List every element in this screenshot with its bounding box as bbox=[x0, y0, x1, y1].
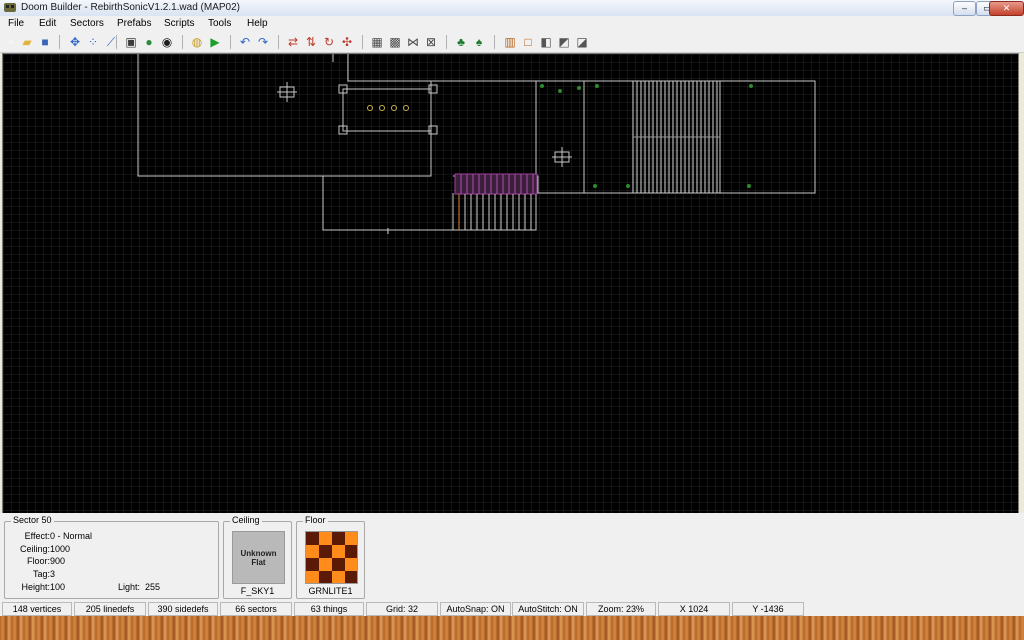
height-value: 100 bbox=[50, 582, 66, 592]
status-zoom: Zoom: 23% bbox=[586, 602, 656, 616]
map-grid bbox=[3, 54, 1018, 513]
build-nodes-icon[interactable]: ◍ bbox=[190, 35, 204, 49]
ceiling-title: Ceiling bbox=[230, 515, 262, 525]
minimize-button[interactable]: – bbox=[953, 1, 976, 16]
status-vertices: 148 vertices bbox=[2, 602, 72, 616]
effect-label: Effect: bbox=[24, 531, 50, 541]
tag-label: Tag: bbox=[32, 569, 50, 579]
doom-builder-icon bbox=[4, 3, 16, 12]
flip-vertical-icon[interactable]: ⇅ bbox=[304, 35, 318, 49]
ceiling-value: 1000 bbox=[50, 544, 71, 554]
view-lines-icon[interactable]: ▥ bbox=[503, 35, 517, 49]
menu-bar: File Edit Sectors Prefabs Scripts Tools … bbox=[0, 16, 1024, 32]
status-y: Y -1436 bbox=[732, 602, 804, 616]
merge-icon[interactable]: ⊠ bbox=[424, 35, 438, 49]
view-ceilings-icon[interactable]: ◪ bbox=[575, 35, 589, 49]
floor-value: 900 bbox=[50, 556, 66, 566]
tag-value: 3 bbox=[50, 569, 56, 579]
map-view[interactable] bbox=[2, 53, 1019, 514]
test-map-icon[interactable]: ▶ bbox=[208, 35, 222, 49]
toolbar: ▫ ▰ ■ ✥ ⁘ ⟋ ▣ ● ◉ ◍ ▶ ↶ ↷ ⇄ ⇅ ↻ ✣ ▦ ▩ ⋈ ⊠ ♣ ♠ ▥ □ ◧ ◩ ◪ bbox=[0, 32, 1024, 53]
prefab-insert-icon[interactable]: ♠ bbox=[472, 35, 486, 49]
light-value: 255 bbox=[145, 582, 161, 592]
things-mode-icon[interactable]: ● bbox=[142, 35, 156, 49]
floor-box: Floor GRNLITE1 bbox=[296, 515, 365, 599]
sector-info-box: Sector 50 Effect: 0 - Normal Ceiling: 10… bbox=[4, 515, 219, 599]
menu-help[interactable]: Help bbox=[247, 18, 268, 29]
prefab-tree-icon[interactable]: ♣ bbox=[454, 35, 468, 49]
toolbar-separator bbox=[446, 35, 447, 49]
status-sectors: 66 sectors bbox=[220, 602, 292, 616]
light-label: Light: bbox=[118, 582, 141, 592]
grid-icon[interactable]: ▦ bbox=[370, 35, 384, 49]
map-canvas[interactable] bbox=[3, 54, 1018, 513]
save-icon[interactable]: ■ bbox=[38, 35, 52, 49]
3d-mode-icon[interactable]: ◉ bbox=[160, 35, 174, 49]
snap-grid-icon[interactable]: ▩ bbox=[388, 35, 402, 49]
status-x: X 1024 bbox=[658, 602, 730, 616]
ceiling-flat-preview[interactable]: Unknown Flat bbox=[232, 531, 285, 584]
toolbar-separator bbox=[230, 35, 231, 49]
menu-file[interactable]: File bbox=[8, 18, 24, 29]
floor-title: Floor bbox=[303, 515, 328, 525]
info-panel: Sector 50 Effect: 0 - Normal Ceiling: 10… bbox=[0, 513, 1024, 601]
ceiling-box: Ceiling Unknown Flat F_SKY1 bbox=[223, 515, 292, 599]
toolbar-separator bbox=[59, 35, 60, 49]
stitch-icon[interactable]: ⋈ bbox=[406, 35, 420, 49]
status-linedefs: 205 linedefs bbox=[74, 602, 146, 616]
menu-prefabs[interactable]: Prefabs bbox=[117, 18, 151, 29]
ceiling-flat-name: F_SKY1 bbox=[240, 586, 275, 596]
redo-icon[interactable]: ↷ bbox=[256, 35, 270, 49]
resize-icon[interactable]: ✣ bbox=[340, 35, 354, 49]
floor-label: Floor: bbox=[26, 556, 50, 566]
status-bar: 148 vertices 205 linedefs 390 sidedefs 6… bbox=[0, 600, 1024, 616]
toolbar-separator bbox=[278, 35, 279, 49]
menu-sectors[interactable]: Sectors bbox=[70, 18, 104, 29]
ceiling-label: Ceiling: bbox=[19, 544, 50, 554]
floor-flat-name: GRNLITE1 bbox=[308, 586, 353, 596]
window-title: Doom Builder - RebirthSonicV1.2.1.wad (M… bbox=[21, 2, 240, 13]
rotate-icon[interactable]: ↻ bbox=[322, 35, 336, 49]
view-normal-icon[interactable]: □ bbox=[521, 35, 535, 49]
status-sidedefs: 390 sidedefs bbox=[148, 602, 218, 616]
height-label: Height: bbox=[21, 582, 50, 592]
menu-tools[interactable]: Tools bbox=[208, 18, 231, 29]
menu-edit[interactable]: Edit bbox=[39, 18, 56, 29]
new-file-icon[interactable]: ▫ bbox=[4, 35, 18, 49]
view-floors-icon[interactable]: ◩ bbox=[557, 35, 571, 49]
toolbar-separator bbox=[182, 35, 183, 49]
floor-flat-preview[interactable] bbox=[305, 531, 358, 584]
undo-icon[interactable]: ↶ bbox=[238, 35, 252, 49]
flip-horizontal-icon[interactable]: ⇄ bbox=[286, 35, 300, 49]
status-grid: Grid: 32 bbox=[366, 602, 438, 616]
desktop-wallpaper bbox=[0, 616, 1024, 640]
effect-value: 0 - Normal bbox=[50, 531, 93, 541]
sectors-mode-icon[interactable]: ▣ bbox=[124, 35, 138, 49]
toolbar-separator bbox=[362, 35, 363, 49]
view-brightness-icon[interactable]: ◧ bbox=[539, 35, 553, 49]
status-autostitch: AutoStitch: ON bbox=[512, 602, 584, 616]
status-autosnap: AutoSnap: ON bbox=[440, 602, 511, 616]
move-mode-icon[interactable]: ✥ bbox=[68, 35, 82, 49]
title-bar: Doom Builder - RebirthSonicV1.2.1.wad (M… bbox=[0, 0, 1024, 17]
highlighted-sector[interactable] bbox=[454, 173, 538, 195]
sector-info-title: Sector 50 bbox=[11, 515, 54, 525]
menu-scripts[interactable]: Scripts bbox=[164, 18, 195, 29]
toolbar-separator bbox=[494, 35, 495, 49]
toolbar-separator bbox=[116, 35, 117, 49]
open-folder-icon[interactable]: ▰ bbox=[20, 35, 34, 49]
vertices-mode-icon[interactable]: ⁘ bbox=[86, 35, 100, 49]
close-button[interactable]: ✕ bbox=[989, 1, 1024, 16]
status-things: 63 things bbox=[294, 602, 364, 616]
